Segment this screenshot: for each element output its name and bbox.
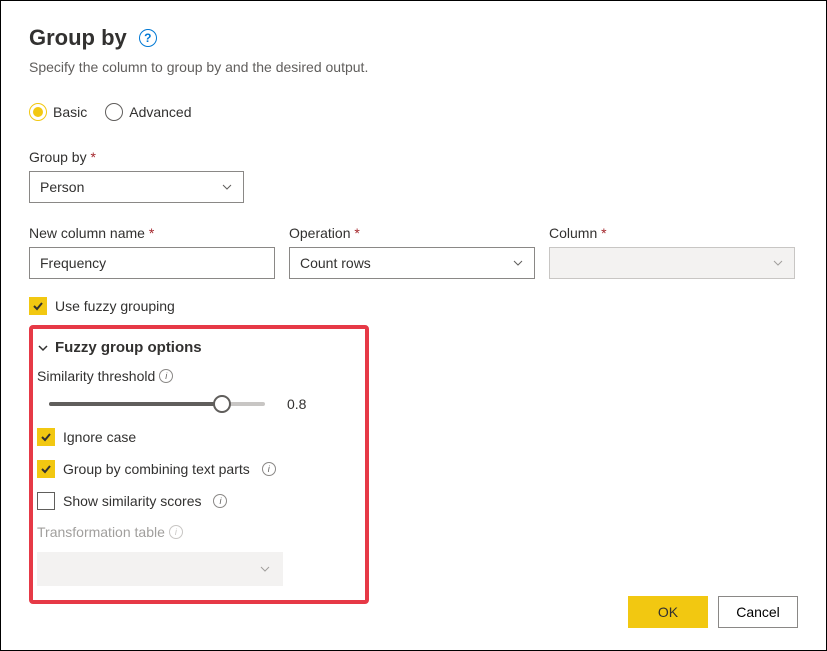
chevron-down-icon [37, 342, 49, 354]
radio-circle-icon [29, 103, 47, 121]
similarity-slider[interactable] [49, 402, 265, 406]
radio-circle-icon [105, 103, 123, 121]
slider-fill [49, 402, 222, 406]
similarity-slider-row: 0.8 [37, 396, 355, 412]
radio-basic[interactable]: Basic [29, 103, 87, 121]
checkmark-icon [40, 431, 52, 443]
chevron-down-icon [512, 257, 524, 269]
dialog-subtitle: Specify the column to group by and the d… [29, 59, 798, 75]
new-column-label: New column name * [29, 225, 275, 241]
transform-table-dropdown [37, 552, 283, 586]
operation-dropdown[interactable]: Count rows [289, 247, 535, 279]
show-scores-label: Show similarity scores [63, 493, 201, 509]
use-fuzzy-checkbox[interactable] [29, 297, 47, 315]
column-label: Column * [549, 225, 795, 241]
ok-button[interactable]: OK [628, 596, 708, 628]
title-row: Group by ? [29, 25, 798, 51]
group-by-label: Group by * [29, 149, 798, 165]
info-icon: i [169, 525, 183, 539]
dialog-buttons: OK Cancel [628, 596, 798, 628]
show-scores-row: Show similarity scores i [37, 492, 355, 510]
new-column-input[interactable] [29, 247, 275, 279]
operation-label: Operation * [289, 225, 535, 241]
operation-value: Count rows [300, 255, 371, 271]
column-dropdown [549, 247, 795, 279]
info-icon[interactable]: i [262, 462, 276, 476]
chevron-down-icon [259, 563, 271, 575]
radio-basic-label: Basic [53, 104, 87, 120]
radio-advanced-label: Advanced [129, 104, 191, 120]
use-fuzzy-row: Use fuzzy grouping [29, 297, 798, 315]
group-by-dialog: Group by ? Specify the column to group b… [0, 0, 827, 651]
radio-advanced[interactable]: Advanced [105, 103, 191, 121]
new-column-field: New column name * [29, 225, 275, 279]
ignore-case-row: Ignore case [37, 428, 355, 446]
use-fuzzy-label: Use fuzzy grouping [55, 298, 175, 314]
checkmark-icon [32, 300, 44, 312]
mode-radio-group: Basic Advanced [29, 103, 798, 121]
similarity-label-row: Similarity threshold i [37, 368, 355, 384]
ignore-case-checkbox[interactable] [37, 428, 55, 446]
cancel-button[interactable]: Cancel [718, 596, 798, 628]
combine-text-row: Group by combining text parts i [37, 460, 355, 478]
operation-field: Operation * Count rows [289, 225, 535, 279]
transform-label-row: Transformation table i [37, 524, 355, 540]
transform-table-section: Transformation table i [37, 524, 355, 586]
checkmark-icon [40, 463, 52, 475]
chevron-down-icon [221, 181, 233, 193]
info-icon[interactable]: i [159, 369, 173, 383]
dialog-title: Group by [29, 25, 127, 51]
aggregation-row: New column name * Operation * Count rows… [29, 225, 798, 279]
chevron-down-icon [772, 257, 784, 269]
combine-text-checkbox[interactable] [37, 460, 55, 478]
group-by-field: Group by * Person [29, 149, 798, 203]
similarity-threshold-label: Similarity threshold [37, 368, 155, 384]
help-icon[interactable]: ? [139, 29, 157, 47]
group-by-value: Person [40, 179, 84, 195]
show-scores-checkbox[interactable] [37, 492, 55, 510]
combine-text-label: Group by combining text parts [63, 461, 250, 477]
transform-table-label: Transformation table [37, 524, 165, 540]
ignore-case-label: Ignore case [63, 429, 136, 445]
column-field: Column * [549, 225, 795, 279]
info-icon[interactable]: i [213, 494, 227, 508]
fuzzy-header-label: Fuzzy group options [55, 339, 202, 356]
similarity-value: 0.8 [287, 396, 306, 412]
group-by-dropdown[interactable]: Person [29, 171, 244, 203]
fuzzy-section-header[interactable]: Fuzzy group options [37, 339, 355, 356]
slider-thumb[interactable] [213, 395, 231, 413]
fuzzy-options-highlighted: Fuzzy group options Similarity threshold… [29, 325, 369, 604]
